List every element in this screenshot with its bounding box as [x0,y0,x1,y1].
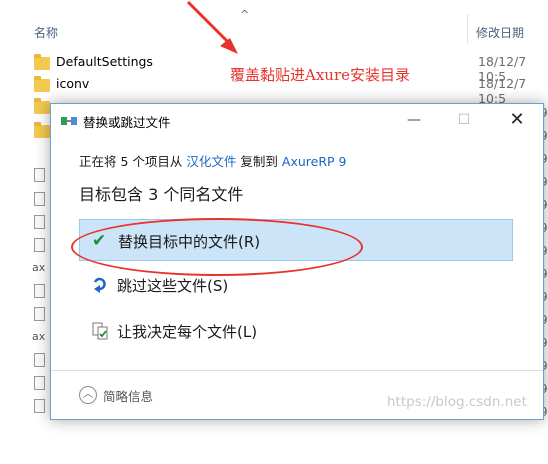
target-folder-link[interactable]: AxureRP 9 [282,154,347,169]
dialog-title: 替换或跳过文件 [83,115,171,130]
decide-each-file-option[interactable]: 让我决定每个文件(L) [79,310,513,352]
axure-file-icon: ax [32,261,46,274]
minimize-button[interactable]: — [396,108,432,132]
conflict-heading: 目标包含 3 个同名文件 [79,185,244,204]
source-folder-link[interactable]: 汉化文件 [186,154,236,169]
close-button[interactable]: ✕ [499,108,535,132]
file-icon [34,192,45,206]
file-icon [34,168,45,182]
maximize-button[interactable]: ☐ [446,108,482,132]
file-icon [34,376,45,390]
file-icon [34,399,45,413]
folder-icon [34,54,50,70]
skip-arrow-icon [93,277,106,293]
folder-icon [34,122,50,138]
folder-icon [34,76,50,92]
decide-files-icon [92,322,108,340]
file-icon [34,284,45,298]
copy-arrows-icon [61,117,77,125]
fewer-details-link[interactable]: 简略信息 [103,386,153,405]
option-label: 让我决定每个文件(L) [117,323,258,341]
file-icon [34,238,45,252]
annotation-arrow [186,0,238,54]
watermark: https://blog.csdn.net [387,394,527,410]
chevron-up-icon[interactable]: ︿ [79,386,97,404]
dialog-titlebar[interactable]: 替换或跳过文件 — ☐ ✕ [51,104,543,136]
option-label: 跳过这些文件(S) [117,277,229,295]
column-header-name[interactable]: 名称 [34,24,58,41]
axure-file-icon: ax [32,330,46,343]
file-row-name[interactable]: iconv [56,76,89,91]
column-header-date[interactable]: 修改日期 [476,24,524,41]
file-icon [34,307,45,321]
replace-or-skip-dialog: 替换或跳过文件 — ☐ ✕ 正在将 5 个项目从 汉化文件 复制到 AxureR… [50,103,544,420]
dialog-divider [51,370,543,371]
skip-files-option[interactable]: 跳过这些文件(S) [79,264,513,306]
copy-description: 正在将 5 个项目从 汉化文件 复制到 AxureRP 9 [79,151,346,170]
file-row-date: 18/12/7 10:5 [478,76,527,106]
file-icon [34,353,45,367]
file-icon [34,215,45,229]
copy-prefix-text: 正在将 5 个项目从 [79,154,183,169]
folder-icon [34,98,50,114]
column-divider[interactable] [467,14,468,44]
copy-middle-text: 复制到 [240,154,278,169]
annotation-text: 覆盖黏贴进Axure安装目录 [230,66,411,84]
file-row-name[interactable]: DefaultSettings [56,54,153,69]
